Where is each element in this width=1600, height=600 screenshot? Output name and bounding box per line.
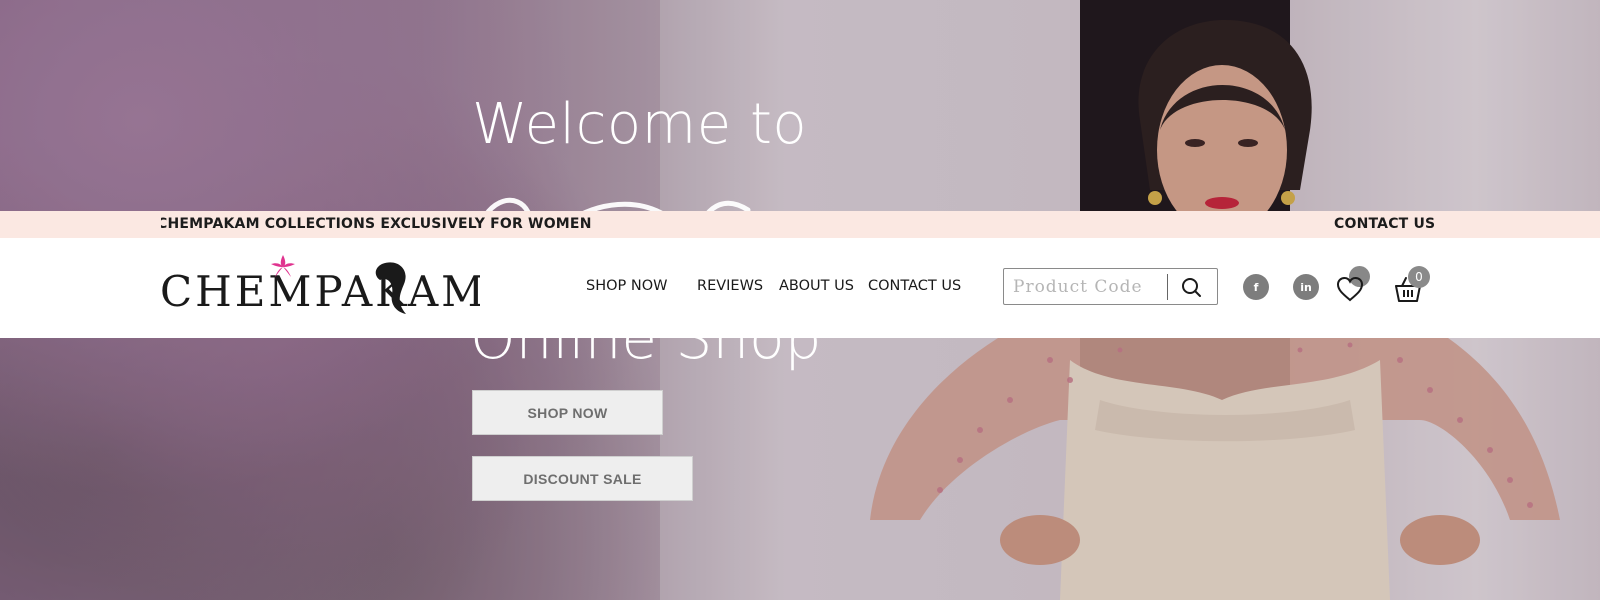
announcement-text: CHEMPAKAM COLLECTIONS EXCLUSIVELY FOR WO…	[161, 216, 592, 232]
announcement-contact-text: CONTACT US : F	[1334, 216, 1439, 232]
cart-count-badge: 0	[1408, 266, 1430, 288]
nav-reviews[interactable]: REVIEWS	[697, 278, 763, 294]
logo-text: CHEMPAKAM	[160, 267, 480, 316]
announcement-bar: CHEMPAKAM COLLECTIONS EXCLUSIVELY FOR WO…	[0, 211, 1600, 238]
announcement-marquee: CHEMPAKAM COLLECTIONS EXCLUSIVELY FOR WO…	[161, 211, 1439, 238]
nav-contact-us[interactable]: CONTACT US	[868, 278, 961, 294]
heart-icon[interactable]	[1335, 274, 1365, 304]
hero-discount-sale-button[interactable]: DISCOUNT SALE	[472, 456, 693, 501]
search-icon	[1182, 278, 1201, 297]
facebook-icon[interactable]: f	[1243, 274, 1269, 300]
search-button[interactable]	[1179, 275, 1205, 301]
site-header: CHEMPAKAM SHOP NOW REVIEWS ABOUT US CONT…	[0, 238, 1600, 338]
product-code-input[interactable]	[1013, 274, 1163, 300]
hero-shop-now-button[interactable]: SHOP NOW	[472, 390, 663, 435]
search-divider	[1167, 274, 1168, 300]
brand-logo[interactable]: CHEMPAKAM	[160, 246, 480, 326]
product-code-search	[1003, 268, 1218, 305]
hero-title-line1: Welcome to	[472, 92, 808, 157]
nav-about-us[interactable]: ABOUT US	[779, 278, 854, 294]
linkedin-icon[interactable]: in	[1293, 274, 1319, 300]
nav-shop-now[interactable]: SHOP NOW	[586, 278, 667, 294]
